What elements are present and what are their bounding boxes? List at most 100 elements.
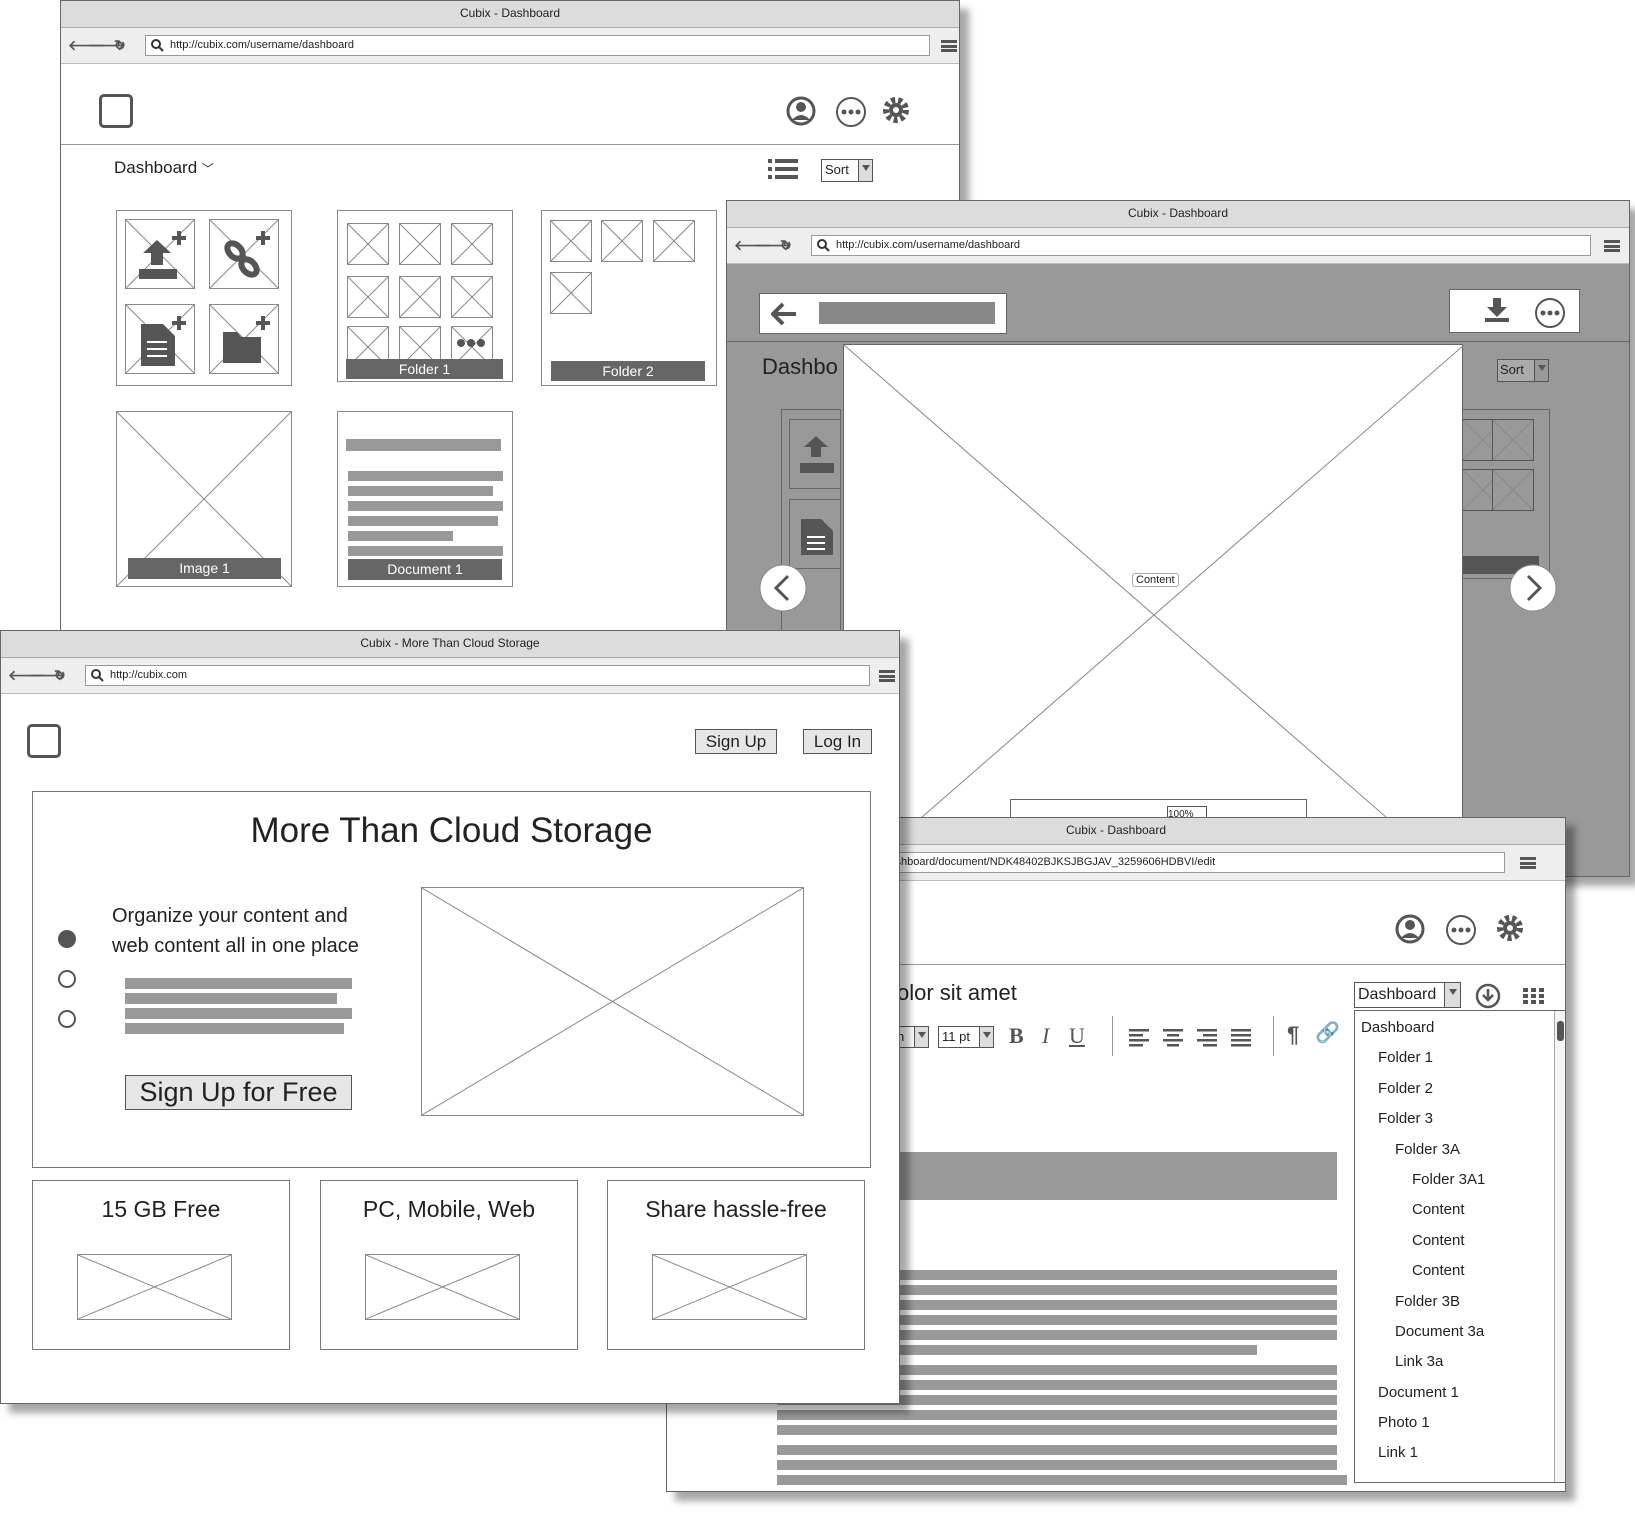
more-icon[interactable] [1445, 914, 1477, 946]
logo-placeholder [99, 94, 133, 128]
tree-item[interactable]: Content [1361, 1256, 1485, 1286]
text-line [777, 1410, 1337, 1420]
download-icon[interactable] [1483, 297, 1511, 323]
gear-icon[interactable] [881, 95, 911, 125]
carousel-dot[interactable] [58, 1010, 76, 1028]
content-viewer: Content [843, 344, 1464, 876]
breadcrumb-label: Dashboard [114, 158, 198, 177]
text-line [125, 1008, 352, 1019]
reload-icon[interactable]: ↻ [54, 667, 66, 684]
tree-item[interactable]: Folder 1 [1361, 1043, 1485, 1073]
tree-item[interactable]: Folder 3A [1361, 1135, 1485, 1165]
reload-icon[interactable]: ↻ [114, 37, 126, 54]
more-icon[interactable] [835, 96, 867, 128]
carousel-dot[interactable] [58, 970, 76, 988]
hero-title: More Than Cloud Storage [250, 811, 653, 850]
address-bar[interactable]: ne/dashboard/document/NDK48402BJKSJBGJAV… [865, 852, 1505, 873]
address-bar[interactable]: http://cubix.com/username/dashboard [145, 35, 930, 56]
toolbar-divider [1273, 1016, 1274, 1056]
dropdown-arrow-icon [858, 160, 872, 181]
tree-item[interactable]: Link 3a [1361, 1347, 1485, 1377]
text-line [346, 439, 501, 451]
document-title[interactable]: olor sit amet [897, 980, 1017, 1006]
next-arrow-icon[interactable] [1509, 564, 1557, 612]
scrollbar[interactable] [1554, 1011, 1565, 1482]
thumbnail-placeholder [550, 272, 592, 314]
text-line [348, 471, 503, 481]
grid-icon[interactable] [1523, 988, 1545, 1004]
tree-item[interactable]: Folder 2 [1361, 1074, 1485, 1104]
font-size-select[interactable]: 11 pt [938, 1026, 994, 1048]
sign-up-free-button[interactable]: Sign Up for Free [125, 1075, 352, 1110]
tree-item[interactable]: Document 1 [1361, 1378, 1485, 1408]
text-line [777, 1460, 1337, 1470]
underline-icon[interactable]: U [1069, 1023, 1085, 1049]
tree-item[interactable]: Content [1361, 1195, 1485, 1225]
tree-item[interactable]: Content [1361, 1226, 1485, 1256]
menu-icon[interactable] [1604, 240, 1620, 252]
user-icon[interactable] [1395, 914, 1425, 944]
carousel-dot-active[interactable] [58, 930, 76, 948]
text-line [348, 501, 503, 511]
bold-icon[interactable]: B [1009, 1023, 1024, 1049]
sign-up-button[interactable]: Sign Up [695, 729, 777, 754]
image-1-label: Image 1 [128, 558, 281, 579]
folder-tree-panel: Dashboard Folder 1 Folder 2 Folder 3 Folder … [1354, 1010, 1565, 1483]
search-icon [91, 669, 104, 682]
justify-icon[interactable] [1231, 1029, 1253, 1049]
sort-select-partial[interactable]: Sort [1497, 359, 1549, 382]
tree-item[interactable]: Photo 1 [1361, 1408, 1485, 1438]
document-1-label: Document 1 [348, 559, 502, 580]
more-icon[interactable] [1534, 297, 1566, 329]
dropdown-arrow-icon [914, 1027, 928, 1047]
back-arrow-icon[interactable] [771, 302, 797, 326]
text-line [125, 1023, 344, 1034]
file-name-bar [819, 302, 995, 324]
sort-select[interactable]: Sort [821, 159, 873, 182]
gear-icon[interactable] [1495, 913, 1525, 943]
paragraph-icon[interactable]: ¶ [1287, 1022, 1299, 1048]
tree-item[interactable]: Folder 3 [1361, 1104, 1485, 1134]
tree-item[interactable]: Folder 3A1 [1361, 1165, 1485, 1195]
tree-item[interactable]: Document 3a [1361, 1317, 1485, 1347]
log-in-button[interactable]: Log In [803, 729, 872, 754]
italic-icon[interactable]: I [1042, 1023, 1049, 1049]
scrollbar-thumb[interactable] [1557, 1021, 1564, 1041]
address-bar[interactable]: http://cubix.com [85, 665, 870, 686]
breadcrumb-partial: Dashbo [762, 354, 838, 379]
breadcrumb[interactable]: Dashboard ﹀ [114, 158, 214, 178]
align-left-icon[interactable] [1129, 1029, 1151, 1049]
menu-icon[interactable] [879, 670, 895, 682]
tree-item[interactable]: Dashboard [1361, 1013, 1485, 1043]
url-text: ne/dashboard/document/NDK48402BJKSJBGJAV… [868, 856, 1216, 868]
thumbnail-placeholder [399, 276, 441, 318]
reload-icon[interactable]: ↻ [780, 237, 792, 254]
align-right-icon[interactable] [1197, 1029, 1219, 1049]
thumbnail-placeholder [1492, 469, 1534, 511]
location-select[interactable]: Dashboard [1354, 982, 1461, 1008]
new-document-icon[interactable] [135, 314, 191, 370]
feature-title: Share hassle-free [645, 1196, 827, 1222]
align-center-icon[interactable] [1163, 1029, 1185, 1049]
user-icon[interactable] [786, 96, 816, 126]
previous-arrow-icon[interactable] [759, 564, 807, 612]
new-folder-icon[interactable] [219, 314, 275, 370]
menu-icon[interactable] [941, 40, 957, 52]
download-circle-icon[interactable] [1475, 983, 1501, 1009]
text-line [777, 1475, 1347, 1485]
font-select[interactable]: n [895, 1026, 929, 1048]
dropdown-arrow-icon [1444, 983, 1460, 1007]
list-view-icon[interactable] [768, 158, 798, 180]
upload-plus-icon[interactable] [135, 229, 191, 285]
menu-icon[interactable] [1520, 857, 1536, 869]
address-bar[interactable]: http://cubix.com/username/dashboard [811, 235, 1591, 256]
text-line [125, 978, 352, 989]
tree-item[interactable]: Link 1 [1361, 1438, 1485, 1468]
hero-image [421, 887, 804, 1116]
link-icon[interactable]: 🔗 [1315, 1020, 1340, 1045]
logo-placeholder [27, 724, 61, 758]
link-plus-icon[interactable] [219, 229, 275, 285]
landing-window: Cubix - More Than Cloud Storage 🡐 🡒 ↻ ht… [0, 630, 900, 1404]
search-icon [817, 239, 830, 252]
tree-item[interactable]: Folder 3B [1361, 1287, 1485, 1317]
